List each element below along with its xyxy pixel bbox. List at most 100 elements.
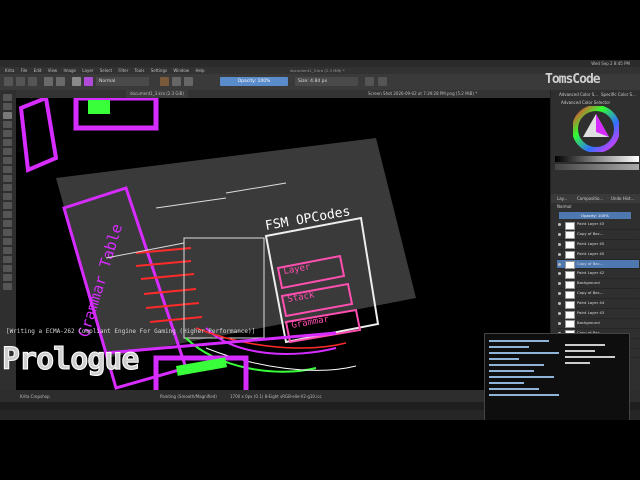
- tab-undo-history[interactable]: Undo Hist...: [611, 196, 634, 201]
- zoom-tool-icon[interactable]: [3, 274, 12, 281]
- layer-row[interactable]: Copy of Bac...: [557, 230, 639, 240]
- crop-tool-icon[interactable]: [3, 184, 12, 191]
- layer-row-active[interactable]: Copy of Bac...: [557, 259, 639, 270]
- layer-row[interactable]: Background: [557, 279, 639, 290]
- redo-icon[interactable]: [56, 77, 65, 86]
- menu-settings[interactable]: Settings: [151, 67, 167, 74]
- tab-compositions[interactable]: Compositio...: [577, 196, 603, 201]
- status-color-profile: 1700 x 0px (0.1) 8-Eight sRGB-elle-V2-g1…: [230, 394, 322, 399]
- layer-row[interactable]: Paint Layer 45: [557, 240, 639, 250]
- menu-select[interactable]: Select: [100, 67, 112, 74]
- layer-opacity-slider[interactable]: Opacity: 100%: [559, 212, 631, 219]
- menu-krita[interactable]: Krita: [5, 67, 14, 74]
- brush-size-slider[interactable]: Size: 4.84 px: [295, 77, 358, 86]
- save-document-icon[interactable]: [28, 77, 37, 86]
- gradient-tool-icon[interactable]: [3, 193, 12, 200]
- ellipse-tool-icon[interactable]: [3, 139, 12, 146]
- tab-document1[interactable]: document1_3.kra (2.3 GiB): [126, 90, 188, 98]
- status-brush: Krita Cropshop: [20, 394, 50, 399]
- opacity-slider[interactable]: Opacity: 100%: [220, 77, 288, 86]
- eye-icon[interactable]: [558, 232, 561, 236]
- saturation-gradient-bar[interactable]: [555, 164, 639, 170]
- pan-tool-icon[interactable]: [3, 283, 12, 290]
- layer-row[interactable]: Paint Layer 43: [557, 220, 639, 230]
- menu-edit[interactable]: Edit: [34, 67, 42, 74]
- menu-image[interactable]: Image: [63, 67, 76, 74]
- open-document-icon[interactable]: [16, 77, 25, 86]
- layer-name: Paint Layer 45: [577, 240, 605, 246]
- erase-mode-icon[interactable]: [172, 77, 181, 86]
- layer-thumbnail: [565, 241, 575, 250]
- line-tool-icon[interactable]: [3, 130, 12, 137]
- fill-tool-icon[interactable]: [3, 211, 12, 218]
- layer-name: Paint Layer 44: [577, 300, 605, 306]
- value-gradient-bar[interactable]: [555, 156, 639, 162]
- magic-wand-icon[interactable]: [3, 265, 12, 272]
- measure-tool-icon[interactable]: [3, 229, 12, 236]
- eye-icon[interactable]: [558, 312, 561, 316]
- layer-row[interactable]: Paint Layer 43: [557, 309, 639, 319]
- layer-name: Copy of Bac...: [577, 290, 604, 296]
- window-title: document1_3.kra (2.3 MiB) *: [290, 68, 345, 73]
- eye-icon[interactable]: [558, 272, 561, 276]
- pattern-icon[interactable]: [84, 77, 93, 86]
- menu-layer[interactable]: Layer: [82, 67, 93, 74]
- eye-icon[interactable]: [558, 321, 561, 325]
- layer-thumbnail: [565, 270, 575, 279]
- layer-row[interactable]: Paint Layer 44: [557, 299, 639, 310]
- freehand-brush-icon[interactable]: [3, 112, 12, 119]
- eye-icon[interactable]: [558, 242, 561, 246]
- path-tool-icon[interactable]: [3, 157, 12, 164]
- text-tool-icon[interactable]: [3, 103, 12, 110]
- channel-logo: TomsCode: [545, 72, 601, 87]
- eye-icon[interactable]: [558, 223, 561, 226]
- layer-thumbnail: [565, 310, 575, 319]
- advanced-color-tab[interactable]: Advanced Color S...: [559, 92, 598, 97]
- blend-mode-select[interactable]: Normal: [96, 77, 149, 86]
- specific-color-tab[interactable]: Specific Color S...: [601, 92, 636, 97]
- mirror-vertical-icon[interactable]: [378, 77, 387, 86]
- mirror-horizontal-icon[interactable]: [365, 77, 374, 86]
- layer-thumbnail: [565, 231, 575, 240]
- color-picker-icon[interactable]: [3, 202, 12, 209]
- select-shapes-icon[interactable]: [3, 94, 12, 101]
- status-mode: Painting (Smooth/Magnified): [160, 394, 217, 399]
- polygon-tool-icon[interactable]: [3, 148, 12, 155]
- menu-window[interactable]: Window: [173, 67, 189, 74]
- fill-gradient-icon[interactable]: [72, 77, 81, 86]
- move-tool-icon[interactable]: [3, 166, 12, 173]
- layer-row[interactable]: Background: [557, 319, 639, 329]
- menu-file[interactable]: File: [21, 67, 28, 74]
- rect-select-icon[interactable]: [3, 238, 12, 245]
- assistant-tool-icon[interactable]: [3, 220, 12, 227]
- undo-icon[interactable]: [44, 77, 53, 86]
- preserve-alpha-icon[interactable]: [184, 77, 193, 86]
- eye-icon[interactable]: [558, 282, 561, 286]
- terminal-window-thumbnail[interactable]: [484, 333, 630, 420]
- layer-row[interactable]: Copy of Bac...: [557, 289, 639, 300]
- tab-screenshot[interactable]: Screen Shot 2026-09-02 at 7:39:28 PM.png…: [364, 90, 481, 98]
- color-wheel[interactable]: [573, 106, 619, 152]
- lasso-select-icon[interactable]: [3, 256, 12, 263]
- ellipse-select-icon[interactable]: [3, 247, 12, 254]
- eye-icon[interactable]: [558, 292, 561, 296]
- new-document-icon[interactable]: [4, 77, 13, 86]
- tab-layers[interactable]: Lay...: [557, 196, 567, 201]
- transform-tool-icon[interactable]: [3, 175, 12, 182]
- rectangle-tool-icon[interactable]: [3, 121, 12, 128]
- menu-filter[interactable]: Filter: [118, 67, 128, 74]
- os-clock: Wed Sep 2 8:45 PM: [591, 61, 630, 66]
- eye-icon[interactable]: [558, 302, 561, 306]
- document-tabs: document1_3.kra (2.3 GiB) Screen Shot 20…: [16, 90, 550, 98]
- layer-row[interactable]: Paint Layer 45: [557, 250, 639, 260]
- layer-docker-tabs: Lay... Compositio... Undo Hist...: [551, 194, 640, 203]
- menu-help[interactable]: Help: [195, 67, 204, 74]
- eye-icon[interactable]: [558, 252, 561, 256]
- menu-tools[interactable]: Tools: [135, 67, 145, 74]
- layer-row[interactable]: Paint Layer 42: [557, 269, 639, 280]
- tool-options-bar: Normal Opacity: 100% Size: 4.84 px docum…: [0, 68, 640, 91]
- blend-mode-dropdown[interactable]: Normal: [557, 204, 571, 209]
- menu-view[interactable]: View: [48, 67, 58, 74]
- eye-icon[interactable]: [558, 262, 561, 266]
- brush-preset-icon[interactable]: [160, 77, 169, 86]
